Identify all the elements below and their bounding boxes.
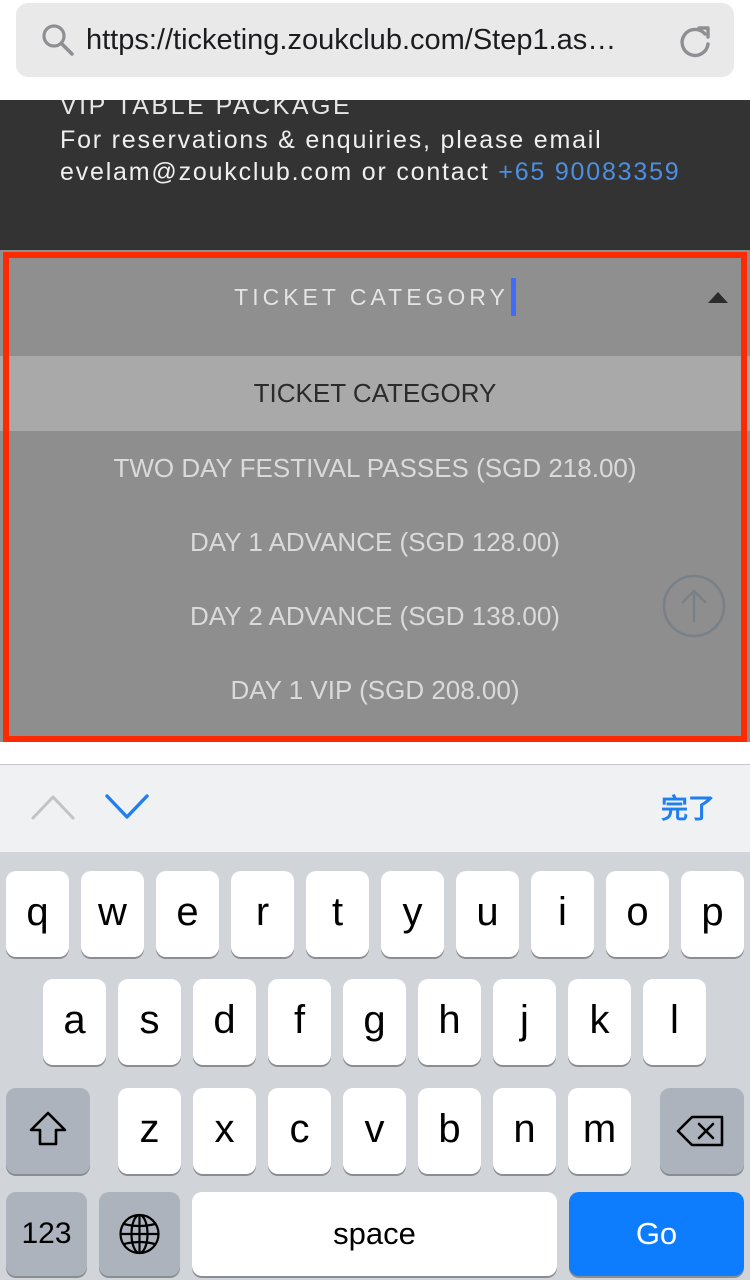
option-day-1-vip[interactable]: DAY 1 VIP (SGD 208.00) (0, 653, 750, 727)
key-z[interactable]: z (118, 1088, 181, 1174)
url-text[interactable]: https://ticketing.zoukclub.com/Step1.as… (86, 3, 670, 77)
key-label: s (139, 998, 160, 1042)
key-x[interactable]: x (193, 1088, 256, 1174)
key-label: t (331, 890, 344, 934)
key-label: g (363, 998, 386, 1042)
key-label: j (520, 998, 529, 1042)
key-b[interactable]: b (418, 1088, 481, 1174)
key-g[interactable]: g (343, 979, 406, 1065)
key-label: x (214, 1107, 235, 1151)
key-e[interactable]: e (156, 871, 219, 957)
key-v[interactable]: v (343, 1088, 406, 1174)
key-label: d (213, 998, 236, 1042)
key-f[interactable]: f (268, 979, 331, 1065)
done-button[interactable]: 完了 (640, 765, 736, 853)
backspace-key[interactable] (660, 1088, 744, 1174)
vip-info-section: VIP TABLE PACKAGE For reservations & enq… (0, 100, 750, 250)
key-d[interactable]: d (193, 979, 256, 1065)
shift-key[interactable] (6, 1088, 90, 1174)
key-c[interactable]: c (268, 1088, 331, 1174)
key-u[interactable]: u (456, 871, 519, 957)
key-i[interactable]: i (531, 871, 594, 957)
globe-icon (119, 1213, 160, 1255)
key-label: Go (635, 1216, 678, 1251)
key-label: i (558, 890, 567, 934)
vip-title: VIP TABLE PACKAGE (60, 100, 353, 120)
chevron-down-icon[interactable] (104, 793, 150, 821)
text-cursor (510, 277, 516, 316)
key-label: u (476, 890, 499, 934)
key-l[interactable]: l (643, 979, 706, 1065)
key-label: o (626, 890, 649, 934)
key-label: 123 (21, 1217, 72, 1250)
key-j[interactable]: j (493, 979, 556, 1065)
vip-line-email-intro: For reservations & enquiries, please ema… (60, 126, 603, 154)
key-label: w (98, 890, 127, 934)
shift-icon (29, 1111, 67, 1146)
browser-toolbar: https://ticketing.zoukclub.com/Step1.as… (0, 0, 750, 100)
key-o[interactable]: o (606, 871, 669, 957)
key-label: r (255, 890, 270, 934)
key-label: k (589, 998, 610, 1042)
screen: https://ticketing.zoukclub.com/Step1.as…… (0, 0, 750, 1280)
key-label: f (293, 998, 306, 1042)
key-label: e (176, 890, 199, 934)
space-key[interactable]: space (192, 1192, 557, 1276)
keyboard: q w e r t y u i o p a s d f g h j k l z … (0, 852, 750, 1280)
option-day-1-advance[interactable]: DAY 1 ADVANCE (SGD 128.00) (0, 505, 750, 579)
go-key[interactable]: Go (569, 1192, 744, 1276)
key-k[interactable]: k (568, 979, 631, 1065)
key-label: q (26, 890, 49, 934)
scroll-to-top-icon[interactable] (662, 574, 726, 638)
key-label: c (289, 1107, 310, 1151)
numbers-key[interactable]: 123 (6, 1192, 87, 1276)
address-bar[interactable]: https://ticketing.zoukclub.com/Step1.as… (16, 3, 734, 77)
key-label: z (139, 1107, 160, 1151)
key-y[interactable]: y (381, 871, 444, 957)
key-q[interactable]: q (6, 871, 69, 957)
key-label: h (438, 998, 461, 1042)
option-ticket-category[interactable]: TICKET CATEGORY (0, 356, 750, 431)
ticket-category-select[interactable]: TICKET CATEGORY (0, 250, 750, 356)
dropdown-arrow-up-icon[interactable] (708, 292, 728, 303)
chevron-up-icon[interactable] (30, 793, 76, 821)
key-s[interactable]: s (118, 979, 181, 1065)
reload-icon[interactable] (676, 22, 714, 60)
key-r[interactable]: r (231, 871, 294, 957)
key-label: p (701, 890, 724, 934)
option-day-2-advance[interactable]: DAY 2 ADVANCE (SGD 138.00) (0, 579, 750, 653)
key-label: y (402, 890, 423, 934)
vip-email-text: evelam@zoukclub.com or contact (60, 158, 499, 186)
key-n[interactable]: n (493, 1088, 556, 1174)
key-a[interactable]: a (43, 979, 106, 1065)
search-icon (42, 24, 74, 56)
phone-link[interactable]: +65 90083359 (498, 158, 680, 186)
vip-line-contact: evelam@zoukclub.com or contact +65 90083… (60, 158, 680, 187)
key-label: b (438, 1107, 461, 1151)
key-w[interactable]: w (81, 871, 144, 957)
key-label: a (63, 998, 86, 1042)
select-current-value[interactable]: TICKET CATEGORY (0, 250, 750, 344)
key-label: m (582, 1107, 617, 1151)
globe-key[interactable] (99, 1192, 180, 1276)
key-label: l (670, 998, 679, 1042)
key-label: space (333, 1216, 416, 1251)
key-t[interactable]: t (306, 871, 369, 957)
select-label-text: TICKET CATEGORY (234, 284, 509, 310)
ticket-category-dropdown: TICKET CATEGORY TICKET CATEGORY TWO DAY … (0, 250, 750, 742)
keyboard-accessory-bar: 完了 (0, 764, 750, 852)
key-m[interactable]: m (568, 1088, 631, 1174)
key-label: n (513, 1107, 536, 1151)
option-two-day-festival-passes[interactable]: TWO DAY FESTIVAL PASSES (SGD 218.00) (0, 431, 750, 505)
key-p[interactable]: p (681, 871, 744, 957)
key-label: v (364, 1107, 385, 1151)
backspace-icon (676, 1115, 724, 1147)
key-h[interactable]: h (418, 979, 481, 1065)
